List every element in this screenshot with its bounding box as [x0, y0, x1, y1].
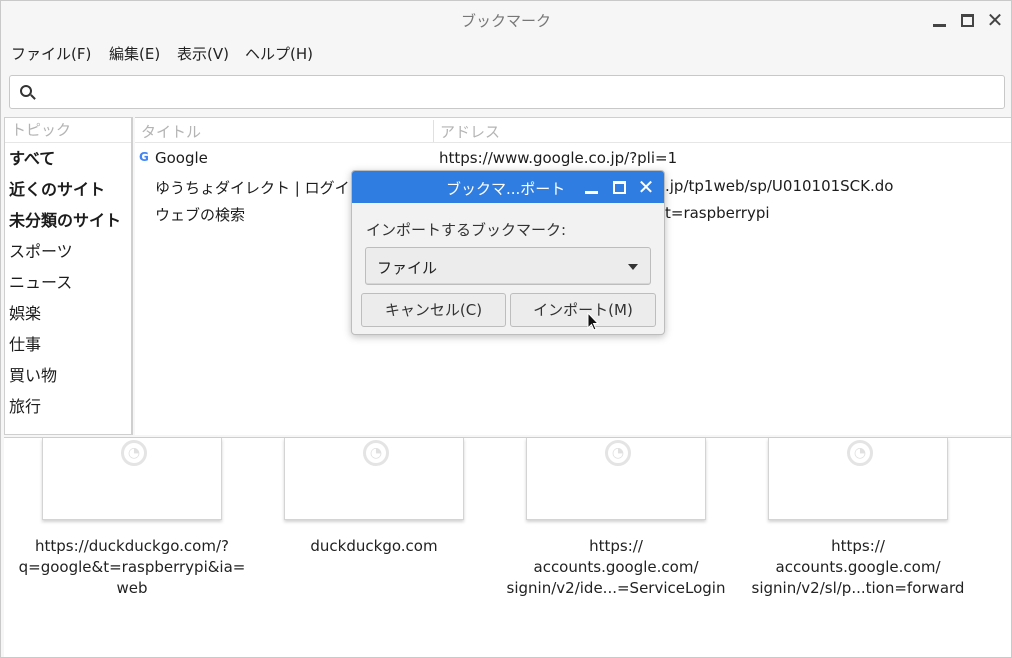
search-input[interactable]: [42, 80, 992, 104]
close-icon: ✕: [986, 8, 1004, 32]
site-placeholder-icon: ◔: [121, 440, 147, 466]
column-header-title[interactable]: タイトル: [141, 121, 201, 142]
row-title: ウェブの検索: [155, 206, 246, 224]
import-source-select[interactable]: ファイル: [365, 247, 651, 285]
site-placeholder-icon: ◔: [847, 440, 873, 466]
thumbnail-label: https://duckduckgo.com/? q=google&t=rasp…: [18, 537, 246, 597]
dialog-title: ブックマ...ポート: [446, 180, 566, 198]
thumbnail-grid: ◔ https://duckduckgo.com/? q=google&t=ra…: [4, 437, 1011, 657]
chevron-down-icon: [628, 264, 638, 270]
row-title: Google: [155, 149, 208, 167]
maximize-icon: [612, 180, 626, 194]
minimize-icon: [932, 23, 946, 27]
window-title: ブックマーク: [460, 12, 551, 30]
menu-file[interactable]: ファイル(F): [11, 43, 91, 64]
thumbnail-label: https:// accounts.google.com/ signin/v2/…: [751, 537, 965, 597]
topic-item-work[interactable]: 仕事: [5, 329, 131, 360]
thumbnail-preview[interactable]: ◔: [42, 438, 222, 520]
import-source-label: インポートするブックマーク:: [366, 221, 567, 239]
search-icon: [20, 85, 32, 97]
dialog-titlebar[interactable]: ブックマ...ポート ✕: [352, 171, 664, 203]
close-icon: ✕: [637, 175, 655, 199]
close-button[interactable]: ✕: [984, 9, 1006, 31]
menu-view[interactable]: 表示(V): [177, 43, 229, 64]
site-placeholder-icon: ◔: [605, 440, 631, 466]
dialog-close-button[interactable]: ✕: [636, 176, 656, 198]
maximize-button[interactable]: [956, 9, 978, 31]
table-row[interactable]: G Google https://www.google.co.jp/?pli=1: [135, 146, 1011, 173]
topic-item-uncategorized[interactable]: 未分類のサイト: [5, 205, 131, 236]
column-divider[interactable]: [433, 120, 434, 142]
topics-header: トピック: [5, 118, 131, 143]
table-header: タイトル アドレス: [135, 118, 1011, 143]
topic-item-all[interactable]: すべて: [5, 143, 131, 174]
titlebar: ブックマーク ✕: [1, 1, 1011, 39]
row-address: https://www.google.co.jp/?pli=1: [439, 149, 678, 167]
topic-item-shopping[interactable]: 買い物: [5, 360, 131, 391]
row-address: .jp/tp1web/sp/U010101SCK.do: [665, 177, 894, 195]
menu-edit[interactable]: 編集(E): [109, 43, 160, 64]
thumbnail-preview[interactable]: ◔: [284, 438, 464, 520]
import-button[interactable]: インポート(M): [510, 293, 656, 327]
menu-help[interactable]: ヘルプ(H): [245, 43, 313, 64]
minimize-icon: [584, 190, 598, 194]
column-header-address[interactable]: アドレス: [440, 121, 500, 142]
minimize-button[interactable]: [928, 9, 950, 31]
search-box[interactable]: [9, 75, 1005, 109]
row-address: t=raspberrypi: [665, 204, 770, 222]
thumbnail-label: https:// accounts.google.com/ signin/v2/…: [506, 537, 726, 597]
topics-pane: トピック すべて 近くのサイト 未分類のサイト スポーツ ニュース 娯楽 仕事 …: [4, 117, 133, 435]
cancel-button[interactable]: キャンセル(C): [361, 293, 506, 327]
thumbnail-preview[interactable]: ◔: [526, 438, 706, 520]
dialog-minimize-button[interactable]: [581, 176, 601, 198]
google-favicon-icon: G: [139, 150, 149, 164]
topic-item-entertainment[interactable]: 娯楽: [5, 298, 131, 329]
topic-item-local[interactable]: 近くのサイト: [5, 174, 131, 205]
thumbnail-label: duckduckgo.com: [310, 537, 438, 555]
thumbnail-preview[interactable]: ◔: [768, 438, 948, 520]
import-bookmarks-dialog: ブックマ...ポート ✕ インポートするブックマーク: ファイル キャンセル(C…: [351, 170, 665, 335]
site-placeholder-icon: ◔: [363, 440, 389, 466]
select-value: ファイル: [377, 259, 438, 277]
topic-item-travel[interactable]: 旅行: [5, 391, 131, 422]
mouse-cursor-icon: [587, 312, 600, 331]
topic-item-sports[interactable]: スポーツ: [5, 236, 131, 267]
topic-item-news[interactable]: ニュース: [5, 267, 131, 298]
dialog-maximize-button[interactable]: [609, 176, 629, 198]
menubar: ファイル(F) 編集(E) 表示(V) ヘルプ(H): [1, 39, 1011, 67]
row-title: ゆうちょダイレクト | ログイ: [155, 179, 350, 197]
maximize-icon: [960, 13, 974, 27]
